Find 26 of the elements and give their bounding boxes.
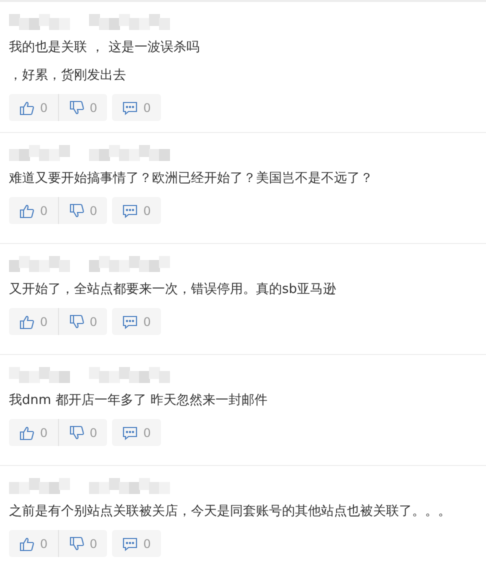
- comment-text: 又开始了，全站点都要来一次，错误停用。真的sb亚马逊: [9, 281, 338, 299]
- comment-text: 之前是有个别站点关联被关店，今天是同套账号的其他站点也被关联了。。。: [9, 503, 452, 521]
- comment-icon: [122, 202, 138, 218]
- thumbs-down-icon: [68, 424, 85, 440]
- reply-button[interactable]: 0: [112, 197, 161, 224]
- thumbs-up-icon: [19, 424, 35, 440]
- thumbs-up-icon: [19, 536, 35, 552]
- thumbs-down-icon: [68, 202, 85, 218]
- comment-icon: [122, 314, 138, 330]
- comment-text: 我dnm 都开店一年多了 昨天忽然来一封邮件: [9, 392, 268, 410]
- reply-button[interactable]: 0: [112, 419, 161, 446]
- thumbs-down-icon: [68, 100, 85, 116]
- comment-icon: [122, 424, 138, 440]
- reply-button[interactable]: 0: [112, 308, 161, 335]
- reply-button[interactable]: 0: [112, 530, 161, 557]
- thumbs-up-icon: [19, 100, 35, 116]
- comment-text: 我的也是关联 ， 这是一波误杀吗: [9, 39, 200, 57]
- comment-text: ，好累，货刚发出去: [9, 67, 127, 85]
- comment-icon: [122, 100, 138, 116]
- thumbs-up-icon: [19, 314, 35, 330]
- thumbs-down-icon: [68, 536, 85, 552]
- thumbs-down-icon: [68, 314, 85, 330]
- thumbs-up-icon: [19, 202, 35, 218]
- comment-icon: [122, 536, 138, 552]
- comment-text: 难道又要开始搞事情了？欧洲已经开始了？美国岂不是不远了？: [9, 170, 374, 188]
- reply-button[interactable]: 0: [112, 94, 161, 121]
